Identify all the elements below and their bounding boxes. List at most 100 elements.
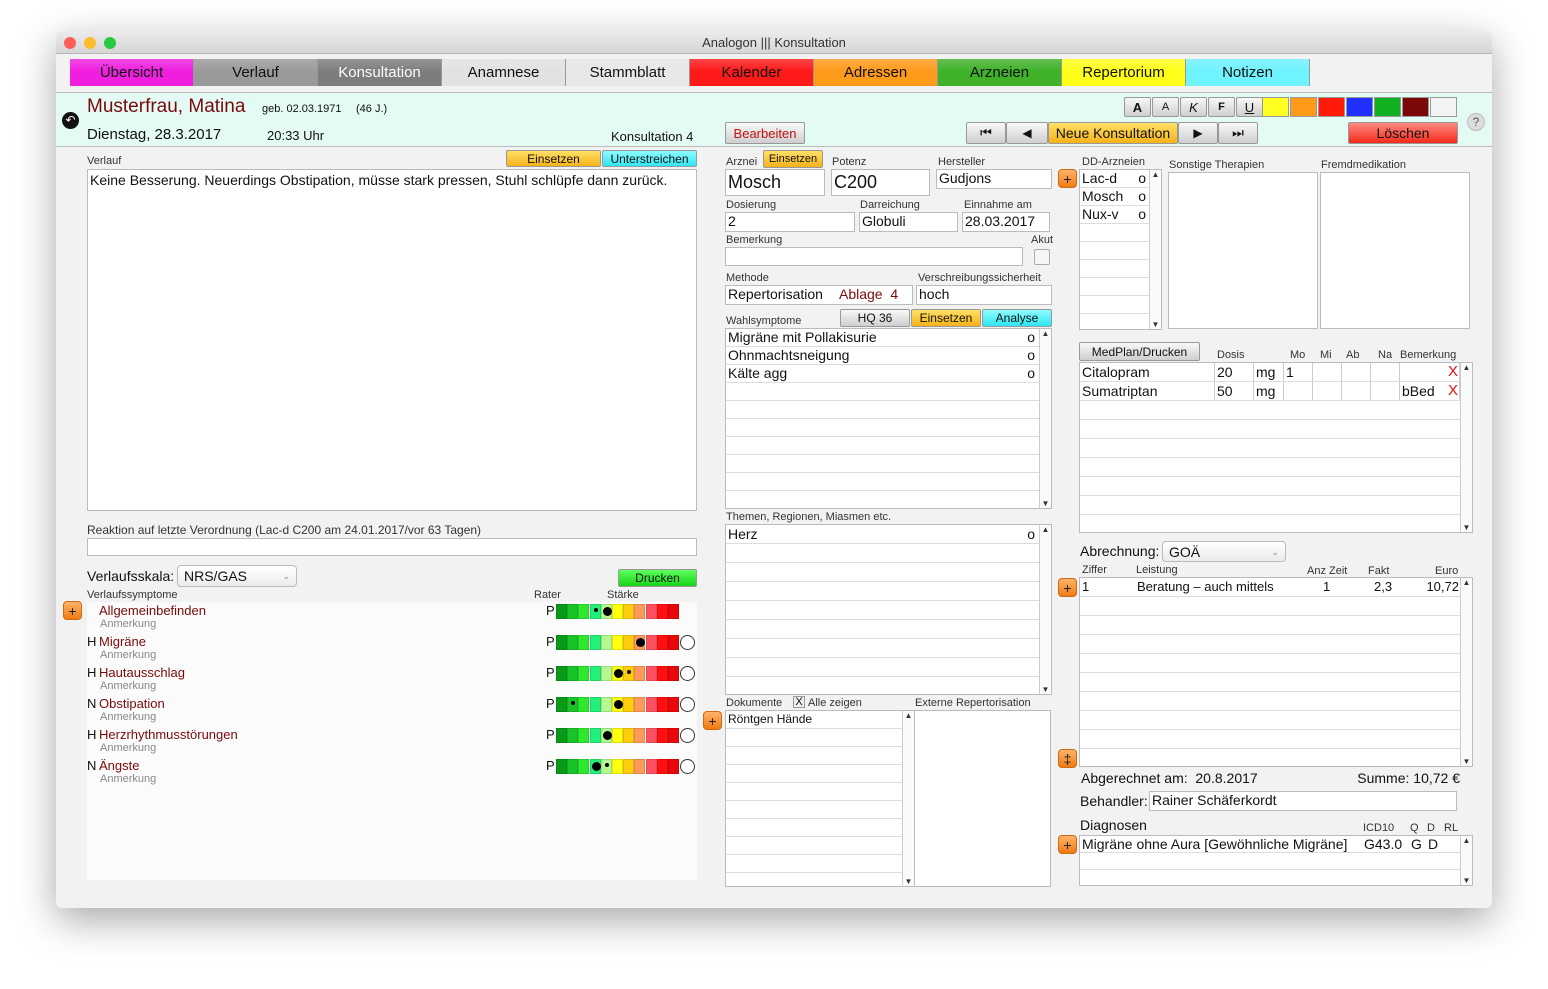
list-row[interactable] <box>726 639 1039 658</box>
scale-cell[interactable] <box>600 604 612 619</box>
tab-adressen[interactable]: Adressen <box>814 59 938 86</box>
symptom-note[interactable]: Anmerkung <box>100 773 156 785</box>
list-row[interactable] <box>726 473 1039 491</box>
list-row[interactable] <box>726 620 1039 639</box>
list-row[interactable] <box>726 383 1039 401</box>
scroll-down-arrow-icon[interactable]: ▼ <box>1461 876 1472 885</box>
list-row[interactable] <box>1080 673 1460 692</box>
external-repertorisation-box[interactable] <box>914 710 1051 887</box>
scale-cell[interactable] <box>645 635 657 650</box>
med-na[interactable] <box>1371 363 1400 381</box>
billing-table[interactable]: 1 Beratung – auch mittels 1 2,3 10,72 ▲ ▼ <box>1079 577 1473 767</box>
med-na[interactable] <box>1371 382 1400 400</box>
scale-cell[interactable] <box>567 697 579 712</box>
first-consultation-button[interactable]: ⏮ <box>966 122 1006 144</box>
med-mo[interactable]: 1 <box>1284 363 1313 381</box>
new-consultation-button[interactable]: Neue Konsultation <box>1048 122 1178 144</box>
scale-cell[interactable] <box>578 728 590 743</box>
scroll-down-arrow-icon[interactable]: ▼ <box>1461 757 1472 766</box>
scale-cell[interactable] <box>668 604 679 619</box>
dosierung-field[interactable]: 2 <box>725 212 855 232</box>
tab-bersicht[interactable]: Übersicht <box>70 59 194 86</box>
scale-cell[interactable] <box>578 604 590 619</box>
scale-cell[interactable] <box>668 759 679 774</box>
color-swatch-button[interactable] <box>1346 97 1373 117</box>
scrollbar[interactable]: ▲ ▼ <box>1460 836 1472 885</box>
tab-repertorium[interactable]: Repertorium <box>1062 59 1186 86</box>
scale-cell[interactable] <box>589 666 601 681</box>
analyse-button[interactable]: Analyse <box>982 309 1052 327</box>
scale-cell[interactable] <box>668 728 679 743</box>
color-swatch-button[interactable] <box>1374 97 1401 117</box>
themen-list[interactable]: Herz o ▲ ▼ <box>725 524 1052 695</box>
scale-cell[interactable] <box>556 604 567 619</box>
scroll-up-arrow-icon[interactable]: ▲ <box>1040 329 1051 338</box>
list-row[interactable] <box>726 455 1039 473</box>
list-row[interactable] <box>726 729 902 747</box>
list-row[interactable] <box>1080 296 1149 314</box>
list-row[interactable] <box>1080 711 1460 730</box>
med-mo[interactable] <box>1284 382 1313 400</box>
scale-cell[interactable] <box>668 697 679 712</box>
color-swatch-button[interactable] <box>1318 97 1345 117</box>
symptom-note[interactable]: Anmerkung <box>100 742 156 754</box>
scale-cell[interactable] <box>656 666 668 681</box>
arznei-insert-button[interactable]: Einsetzen <box>763 150 823 168</box>
list-row[interactable] <box>1080 853 1460 870</box>
list-row[interactable] <box>1080 260 1149 278</box>
list-row[interactable] <box>726 658 1039 677</box>
symptom-note[interactable]: Anmerkung <box>100 618 156 630</box>
list-row[interactable] <box>726 677 1039 694</box>
list-row[interactable]: Sumatriptan 50 mg bBed X <box>1080 382 1460 401</box>
scale-cell[interactable] <box>668 666 679 681</box>
add-diagnosis-button[interactable]: + <box>1058 835 1077 854</box>
list-row[interactable] <box>1080 458 1460 477</box>
list-row[interactable] <box>1080 496 1460 515</box>
list-row[interactable] <box>726 747 902 765</box>
scroll-up-arrow-icon[interactable]: ▲ <box>903 711 914 720</box>
scroll-up-arrow-icon[interactable]: ▲ <box>1461 578 1472 587</box>
zoom-window-button[interactable] <box>104 37 116 49</box>
scale-cell[interactable] <box>600 728 612 743</box>
list-row[interactable] <box>1080 477 1460 496</box>
scroll-up-arrow-icon[interactable]: ▲ <box>1040 525 1051 534</box>
list-row[interactable]: Migräne mit Pollakisurie o <box>726 329 1039 347</box>
med-unit[interactable]: mg <box>1254 382 1284 400</box>
sonstige-therapien-box[interactable] <box>1168 172 1318 329</box>
color-swatch-button[interactable] <box>1402 97 1429 117</box>
med-ab[interactable] <box>1342 363 1371 381</box>
list-row[interactable] <box>726 401 1039 419</box>
med-name[interactable]: Sumatriptan <box>1080 382 1215 400</box>
format-button-italic[interactable]: K <box>1180 97 1207 117</box>
list-row[interactable]: Ohnmachtsneigung o <box>726 347 1039 365</box>
scale-cell[interactable] <box>612 759 623 774</box>
symptom-name[interactable]: Hautausschlag <box>99 665 185 680</box>
scale-cell[interactable] <box>600 635 612 650</box>
symptom-radio[interactable] <box>680 759 695 774</box>
hq-button[interactable]: HQ 36 <box>840 309 910 327</box>
scale-cell[interactable] <box>656 759 668 774</box>
med-dose[interactable]: 20 <box>1215 363 1254 381</box>
dd-remedies-list[interactable]: Lac-d o Mosch o Nux-v o ▲ ▼ <box>1079 169 1162 330</box>
med-mi[interactable] <box>1313 363 1342 381</box>
med-unit[interactable]: mg <box>1254 363 1284 381</box>
med-dose[interactable]: 50 <box>1215 382 1254 400</box>
scale-cell[interactable] <box>645 759 657 774</box>
list-row[interactable]: Nux-v o <box>1080 206 1149 224</box>
behandler-field[interactable]: Rainer Schäferkordt <box>1149 791 1457 811</box>
minimize-window-button[interactable] <box>84 37 96 49</box>
scale-cell[interactable] <box>600 759 612 774</box>
scrollbar[interactable]: ▲ ▼ <box>902 711 914 886</box>
list-row[interactable]: Migräne ohne Aura [Gewöhnliche Migräne] G… <box>1080 836 1460 853</box>
bemerkung-field[interactable] <box>725 247 1023 266</box>
list-row[interactable] <box>726 563 1039 582</box>
scale-cell[interactable] <box>578 666 590 681</box>
close-window-button[interactable] <box>64 37 76 49</box>
reaction-field[interactable] <box>87 538 697 556</box>
med-ab[interactable] <box>1342 382 1371 400</box>
symptom-note[interactable]: Anmerkung <box>100 649 156 661</box>
list-row[interactable] <box>726 765 902 783</box>
scale-cell[interactable] <box>656 697 668 712</box>
list-row[interactable] <box>726 582 1039 601</box>
delete-button[interactable]: Löschen <box>1348 122 1458 144</box>
